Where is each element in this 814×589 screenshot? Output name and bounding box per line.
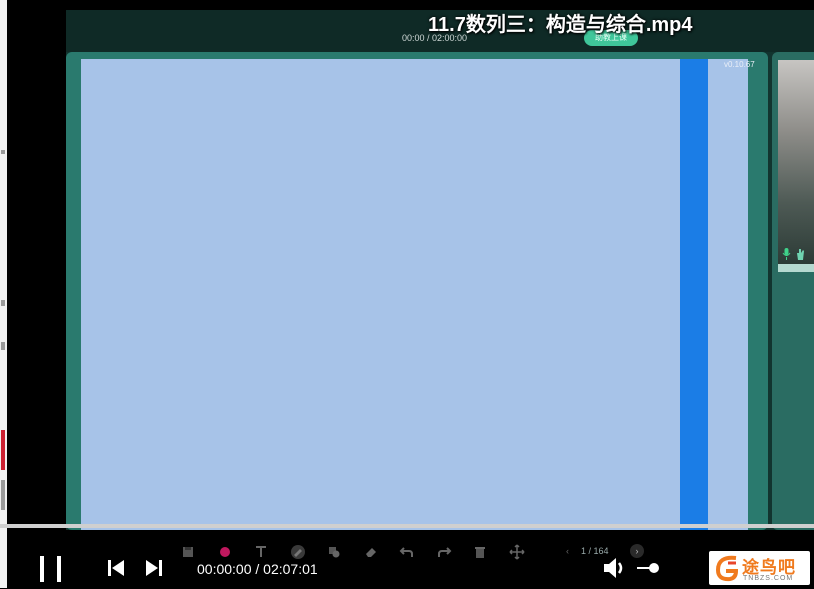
redo-icon[interactable]: [436, 544, 452, 560]
teacher-camera: [778, 60, 814, 264]
page-next-button[interactable]: ›: [630, 544, 644, 558]
color-dot-icon[interactable]: [217, 544, 233, 560]
undo-icon[interactable]: [399, 544, 415, 560]
whiteboard-scrollbar[interactable]: [680, 59, 708, 530]
save-icon[interactable]: [180, 544, 196, 560]
mic-icon: [782, 247, 791, 260]
page-edge-strip: [0, 0, 7, 588]
volume-icon[interactable]: [602, 556, 628, 580]
watermark-logo-icon: [714, 554, 740, 582]
pen-icon[interactable]: [290, 544, 306, 560]
text-icon[interactable]: [253, 544, 269, 560]
page-indicator: 1 / 164: [581, 546, 609, 556]
version-label: v0.10.67: [724, 60, 755, 69]
next-button[interactable]: [144, 558, 164, 578]
trash-icon[interactable]: [472, 544, 488, 560]
video-title: 11.7数列三：构造与综合.mp4: [428, 14, 693, 36]
page-prev-button[interactable]: ‹: [566, 546, 569, 556]
move-icon[interactable]: [509, 544, 525, 560]
whiteboard: [81, 59, 748, 530]
previous-button[interactable]: [106, 558, 126, 578]
eraser-icon[interactable]: [363, 544, 379, 560]
progress-track[interactable]: [0, 524, 814, 528]
pause-button[interactable]: [38, 554, 64, 584]
camera-strip: [778, 264, 814, 272]
watermark-url: TNBZS.COM: [743, 575, 794, 582]
time-readout: 00:00:00 / 02:07:01: [197, 561, 318, 577]
shape-icon[interactable]: [326, 544, 342, 560]
volume-slider-knob[interactable]: [649, 563, 659, 573]
hand-icon: [796, 247, 805, 260]
